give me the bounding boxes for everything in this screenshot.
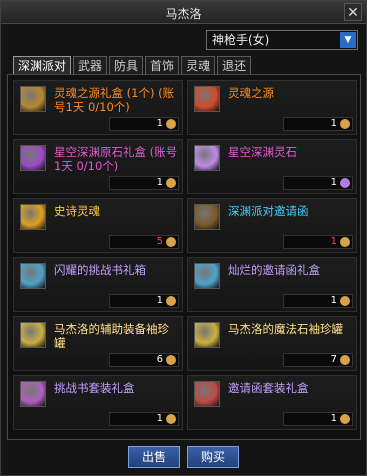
currency-icon bbox=[340, 237, 350, 247]
currency-icon bbox=[166, 178, 176, 188]
item-price: 5 bbox=[156, 236, 163, 247]
shop-item[interactable]: 闪耀的挑战书礼箱 1 bbox=[13, 257, 183, 312]
shop-item[interactable]: 马杰洛的辅助装备袖珍罐 6 bbox=[13, 316, 183, 371]
currency-icon bbox=[340, 296, 350, 306]
tab-1[interactable]: 武器 bbox=[73, 56, 108, 75]
challenge-box-icon[interactable] bbox=[20, 263, 46, 289]
chest-icon[interactable] bbox=[20, 86, 46, 112]
item-name: 灵魂之源礼盒 (1个) (账号1天 0/10个) bbox=[54, 86, 175, 114]
price-bar: 1 bbox=[283, 176, 353, 190]
chevron-down-icon[interactable]: ▼ bbox=[340, 32, 356, 48]
shop-item[interactable]: 深渊派对邀请函 1 bbox=[187, 198, 357, 253]
shop-item[interactable]: 挑战书套装礼盒 1 bbox=[13, 375, 183, 430]
item-price: 1 bbox=[156, 118, 163, 129]
item-price: 1 bbox=[156, 413, 163, 424]
shop-item[interactable]: 灵魂之源礼盒 (1个) (账号1天 0/10个) 1 bbox=[13, 80, 183, 135]
shop-window: 马杰洛 ✕ 神枪手(女) ▼ 深渊派对 武器 防具 首饰 灵魂 退还 灵魂之源礼盒 (1个… bbox=[0, 0, 367, 476]
price-bar: 1 bbox=[109, 176, 179, 190]
shop-item[interactable]: 马杰洛的魔法石袖珍罐 7 bbox=[187, 316, 357, 371]
price-bar: 1 bbox=[109, 117, 179, 131]
price-bar: 1 bbox=[283, 294, 353, 308]
item-name: 灵魂之源 bbox=[228, 86, 274, 100]
item-name: 挑战书套装礼盒 bbox=[54, 381, 135, 395]
abyss-stone-icon[interactable] bbox=[194, 145, 220, 171]
challenge-set-icon[interactable] bbox=[20, 381, 46, 407]
item-name: 深渊派对邀请函 bbox=[228, 204, 309, 218]
price-bar: 1 bbox=[283, 412, 353, 426]
shop-item[interactable]: 邀请函套装礼盒 1 bbox=[187, 375, 357, 430]
currency-icon bbox=[340, 119, 350, 129]
buy-button[interactable]: 购买 bbox=[187, 446, 239, 468]
invitation-icon[interactable] bbox=[194, 204, 220, 230]
invite-set-icon[interactable] bbox=[194, 381, 220, 407]
star-gift-icon[interactable] bbox=[20, 145, 46, 171]
currency-icon bbox=[340, 355, 350, 365]
tab-2[interactable]: 防具 bbox=[109, 56, 144, 75]
currency-icon bbox=[166, 355, 176, 365]
shop-item[interactable]: 灵魂之源 1 bbox=[187, 80, 357, 135]
currency-icon bbox=[166, 414, 176, 424]
title-bar[interactable]: 马杰洛 ✕ bbox=[1, 1, 366, 24]
currency-icon bbox=[166, 237, 176, 247]
currency-icon bbox=[340, 178, 350, 188]
item-price: 1 bbox=[330, 295, 337, 306]
category-tabs: 深渊派对 武器 防具 首饰 灵魂 退还 bbox=[13, 56, 253, 75]
job-select-value: 神枪手(女) bbox=[212, 33, 270, 47]
jar-icon[interactable] bbox=[20, 322, 46, 348]
item-name: 星空深渊灵石 bbox=[228, 145, 297, 159]
item-name: 史诗灵魂 bbox=[54, 204, 100, 218]
item-grid: 灵魂之源礼盒 (1个) (账号1天 0/10个) 1 灵魂之源 1 星空深渊原石礼盒 (… bbox=[13, 80, 357, 430]
job-select[interactable]: 神枪手(女) ▼ bbox=[206, 30, 358, 50]
item-price: 1 bbox=[156, 177, 163, 188]
tab-0[interactable]: 深渊派对 bbox=[13, 56, 72, 75]
invite-box-icon[interactable] bbox=[194, 263, 220, 289]
close-button[interactable]: ✕ bbox=[344, 3, 362, 21]
item-name: 马杰洛的辅助装备袖珍罐 bbox=[54, 322, 169, 350]
tab-5[interactable]: 退还 bbox=[217, 56, 252, 75]
item-name: 灿烂的邀请函礼盒 bbox=[228, 263, 320, 277]
item-name: 马杰洛的魔法石袖珍罐 bbox=[228, 322, 343, 336]
currency-icon bbox=[340, 414, 350, 424]
tab-3[interactable]: 首饰 bbox=[145, 56, 180, 75]
price-bar: 6 bbox=[109, 353, 179, 367]
epic-soul-icon[interactable] bbox=[20, 204, 46, 230]
magic-jar-icon[interactable] bbox=[194, 322, 220, 348]
footer: 出售 购买 bbox=[1, 446, 367, 468]
soul-gem-icon[interactable] bbox=[194, 86, 220, 112]
item-price: 1 bbox=[156, 295, 163, 306]
item-panel: 灵魂之源礼盒 (1个) (账号1天 0/10个) 1 灵魂之源 1 星空深渊原石礼盒 (… bbox=[7, 74, 361, 440]
currency-icon bbox=[166, 119, 176, 129]
item-price: 1 bbox=[330, 236, 337, 247]
item-price: 6 bbox=[156, 354, 163, 365]
shop-item[interactable]: 灿烂的邀请函礼盒 1 bbox=[187, 257, 357, 312]
price-bar: 1 bbox=[109, 294, 179, 308]
item-name: 闪耀的挑战书礼箱 bbox=[54, 263, 146, 277]
item-price: 1 bbox=[330, 413, 337, 424]
shop-item[interactable]: 星空深渊灵石 1 bbox=[187, 139, 357, 194]
item-price: 1 bbox=[330, 118, 337, 129]
price-bar: 1 bbox=[283, 235, 353, 249]
item-price: 1 bbox=[330, 177, 337, 188]
item-name: 邀请函套装礼盒 bbox=[228, 381, 309, 395]
tab-4[interactable]: 灵魂 bbox=[181, 56, 216, 75]
item-name: 星空深渊原石礼盒 (账号1天 0/10个) bbox=[54, 145, 178, 173]
price-bar: 7 bbox=[283, 353, 353, 367]
item-price: 7 bbox=[330, 354, 337, 365]
price-bar: 1 bbox=[283, 117, 353, 131]
currency-icon bbox=[166, 296, 176, 306]
price-bar: 1 bbox=[109, 412, 179, 426]
price-bar: 5 bbox=[109, 235, 179, 249]
sell-button[interactable]: 出售 bbox=[128, 446, 180, 468]
shop-item[interactable]: 史诗灵魂 5 bbox=[13, 198, 183, 253]
shop-item[interactable]: 星空深渊原石礼盒 (账号1天 0/10个) 1 bbox=[13, 139, 183, 194]
window-title: 马杰洛 bbox=[165, 7, 202, 21]
